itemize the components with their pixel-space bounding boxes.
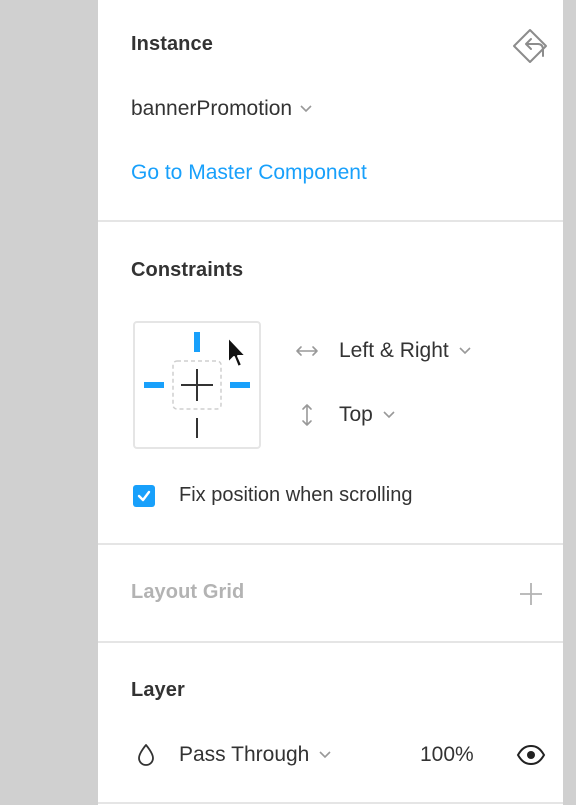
chevron-down-icon xyxy=(319,746,331,764)
fix-position-label: Fix position when scrolling xyxy=(179,484,413,506)
vertical-arrows-icon xyxy=(295,403,319,427)
eye-icon[interactable] xyxy=(516,743,546,767)
panel-scrollbar-track[interactable] xyxy=(563,0,576,805)
constraint-right-handle[interactable] xyxy=(230,382,250,388)
fix-position-row: Fix position when scrolling xyxy=(133,484,412,507)
instance-section-title: Instance xyxy=(131,33,213,55)
section-divider xyxy=(98,543,563,545)
canvas-background xyxy=(0,0,98,805)
chevron-down-icon xyxy=(383,406,395,424)
plus-icon xyxy=(520,583,542,605)
vertical-constraint-value: Top xyxy=(339,403,373,426)
horizontal-constraint-value: Left & Right xyxy=(339,339,449,362)
vertical-constraint-dropdown[interactable]: Top xyxy=(295,403,395,427)
section-divider xyxy=(98,802,563,804)
layout-grid-section-title: Layout Grid xyxy=(131,581,245,603)
go-to-master-component-link[interactable]: Go to Master Component xyxy=(131,161,367,185)
section-divider xyxy=(98,220,563,222)
layer-section-title: Layer xyxy=(131,679,185,701)
horizontal-constraint-dropdown[interactable]: Left & Right xyxy=(295,339,471,363)
component-name: bannerPromotion xyxy=(131,97,293,120)
properties-panel: Instance bannerPromotion Go to Master Co… xyxy=(98,0,563,805)
constraint-left-handle[interactable] xyxy=(144,382,164,388)
chevron-down-icon xyxy=(300,100,312,118)
layer-opacity-input[interactable]: 100% xyxy=(420,743,474,767)
chevron-down-icon xyxy=(459,342,471,360)
constraint-top-handle[interactable] xyxy=(194,332,200,352)
blend-mode-dropdown[interactable]: Pass Through xyxy=(179,743,331,767)
constraint-bottom-handle[interactable] xyxy=(196,418,198,438)
add-layout-grid-button[interactable] xyxy=(517,580,545,608)
mouse-cursor-icon xyxy=(225,335,249,373)
section-divider xyxy=(98,641,563,643)
constraints-section-title: Constraints xyxy=(131,259,244,281)
fix-position-checkbox[interactable] xyxy=(133,484,155,507)
checkmark-icon xyxy=(137,490,151,501)
blend-mode-drop-icon xyxy=(135,743,157,767)
return-to-instance-icon[interactable] xyxy=(512,26,552,66)
horizontal-arrows-icon xyxy=(295,339,319,363)
blend-mode-value: Pass Through xyxy=(179,743,310,766)
component-swap-dropdown[interactable]: bannerPromotion xyxy=(131,97,312,121)
